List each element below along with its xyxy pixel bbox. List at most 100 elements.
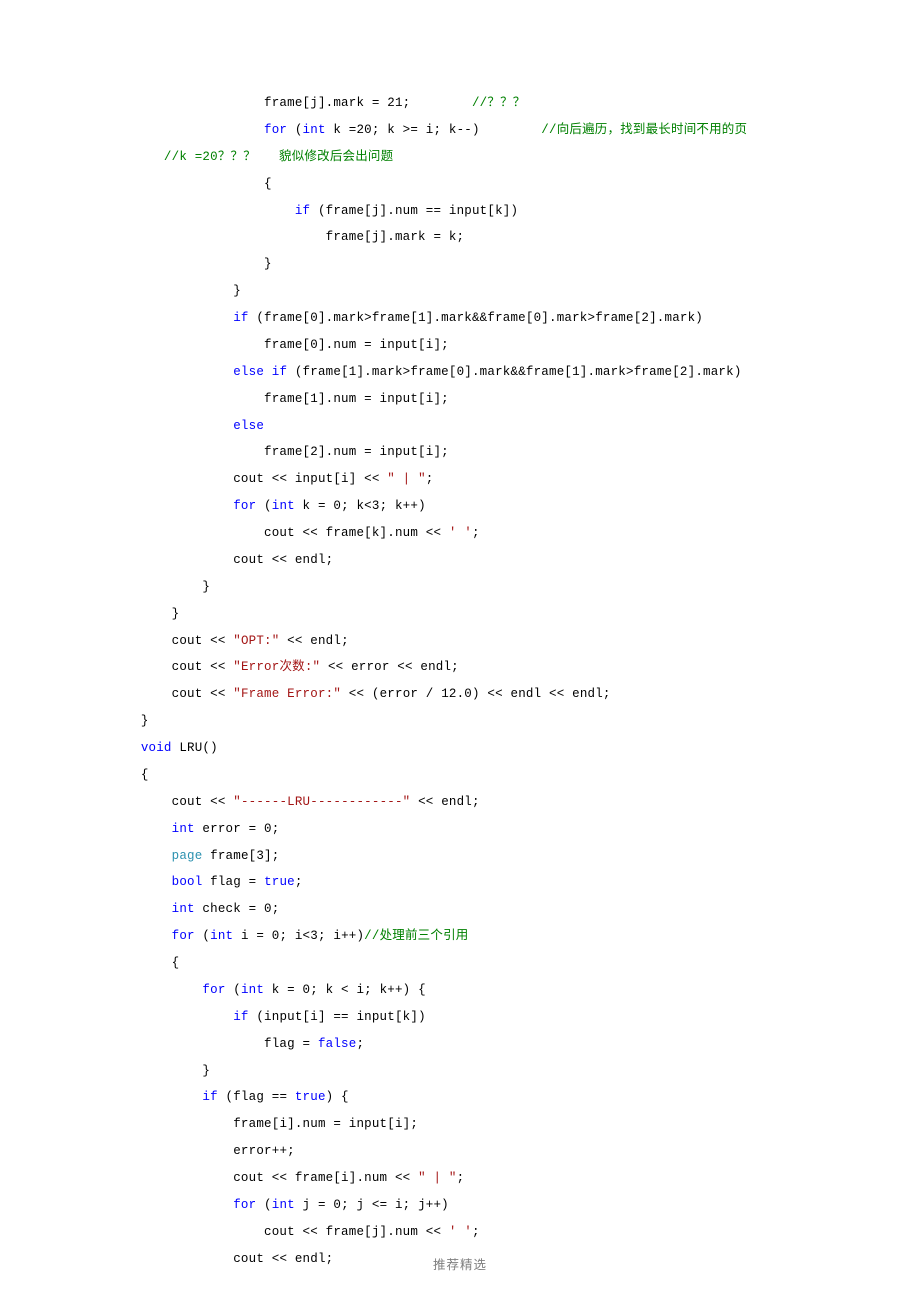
code-token: if [233,311,248,325]
code-line: for (int j = 0; j <= i; j++) [110,1192,810,1219]
code-token: check = 0; [195,902,280,916]
code-token: //向后遍历，找到最长时间不用的页 [541,123,747,137]
code-token: (frame[1].mark>frame[0].mark&&frame[1].m… [287,365,741,379]
code-line: error++; [110,1138,810,1165]
code-line: int check = 0; [110,896,810,923]
code-token: k =20; k >= i; k--) [326,123,542,137]
code-token: if [272,365,287,379]
code-token: ( [256,499,271,513]
code-token: cout << [172,687,234,701]
code-token: { [141,768,149,782]
code-token: int [210,929,233,943]
code-line: } [110,574,810,601]
code-line: frame[1].num = input[i]; [110,386,810,413]
code-token: (input[i] == input[k]) [249,1010,426,1024]
code-line: else if (frame[1].mark>frame[0].mark&&fr… [110,359,810,386]
code-token: ( [226,983,241,997]
code-token: void [141,741,172,755]
code-line: for (int k =20; k >= i; k--) //向后遍历，找到最长… [110,117,810,144]
code-line: if (frame[j].num == input[k]) [110,198,810,225]
code-token: else [233,365,264,379]
code-token: frame[0].num = input[i]; [264,338,449,352]
code-token: int [172,902,195,916]
code-line: cout << frame[j].num << ' '; [110,1219,810,1246]
code-line: for (int i = 0; i<3; i++)//处理前三个引用 [110,923,810,950]
code-token: int [272,1198,295,1212]
code-token: << error << endl; [320,660,459,674]
code-token: frame[1].num = input[i]; [264,392,449,406]
code-token: true [264,875,295,889]
code-token: int [303,123,326,137]
code-token: cout << input[i] << [233,472,387,486]
code-line: bool flag = true; [110,869,810,896]
document-page: frame[j].mark = 21; //？？？ for (int k =20… [0,0,920,1313]
code-token [110,150,164,164]
code-token: cout << endl; [233,553,333,567]
code-token: true [295,1090,326,1104]
code-token: "Frame Error:" [233,687,341,701]
code-token: ; [356,1037,364,1051]
code-token: bool [172,875,203,889]
code-token: for [202,983,225,997]
code-line: page frame[3]; [110,843,810,870]
code-token: if [295,204,310,218]
code-line: for (int k = 0; k<3; k++) [110,493,810,520]
code-line: cout << "OPT:" << endl; [110,628,810,655]
code-line: for (int k = 0; k < i; k++) { [110,977,810,1004]
code-token: if [202,1090,217,1104]
code-token: frame[3]; [202,849,279,863]
code-token: frame[j].mark = 21; [264,96,472,110]
code-line: { [110,762,810,789]
code-token: (frame[0].mark>frame[1].mark&&frame[0].m… [249,311,703,325]
code-line: frame[j].mark = k; [110,224,810,251]
code-token: "------LRU------------" [233,795,410,809]
code-line: frame[i].num = input[i]; [110,1111,810,1138]
code-line: cout << "Error次数:" << error << endl; [110,654,810,681]
code-line: } [110,601,810,628]
code-line: cout << frame[k].num << ' '; [110,520,810,547]
code-token: ( [195,929,210,943]
code-token: } [264,257,272,271]
code-line: else [110,413,810,440]
code-line: } [110,708,810,735]
code-token: k = 0; k<3; k++) [295,499,426,513]
code-token: ; [426,472,434,486]
code-token: for [264,123,287,137]
code-token: cout << [172,660,234,674]
code-line: if (frame[0].mark>frame[1].mark&&frame[0… [110,305,810,332]
code-token: ' ' [449,1225,472,1239]
code-token: false [318,1037,357,1051]
code-token: ' ' [449,526,472,540]
code-token: ) { [326,1090,349,1104]
code-line: { [110,950,810,977]
code-token: } [141,714,149,728]
code-line: if (input[i] == input[k]) [110,1004,810,1031]
code-token: page [172,849,203,863]
code-line: frame[0].num = input[i]; [110,332,810,359]
code-token: } [202,1064,210,1078]
footer-text: 推荐精选 [0,1252,920,1279]
code-line: if (flag == true) { [110,1084,810,1111]
code-token: ; [472,526,480,540]
code-token: else [233,419,264,433]
code-line: cout << input[i] << " | "; [110,466,810,493]
code-token: frame[i].num = input[i]; [233,1117,418,1131]
code-token: int [272,499,295,513]
code-token: error++; [233,1144,295,1158]
code-line: { [110,171,810,198]
code-line: } [110,1058,810,1085]
code-token: for [233,1198,256,1212]
code-token: //k =20？？？ 貌似修改后会出问题 [164,150,393,164]
code-token: int [172,822,195,836]
code-token: ( [256,1198,271,1212]
code-token: << (error / 12.0) << endl << endl; [341,687,611,701]
code-token: cout << frame[k].num << [264,526,449,540]
code-line: flag = false; [110,1031,810,1058]
code-token: { [264,177,272,191]
code-line: //k =20？？？ 貌似修改后会出问题 [110,144,810,171]
code-token: LRU() [172,741,218,755]
code-token: frame[j].mark = k; [326,230,465,244]
code-line: int error = 0; [110,816,810,843]
code-token: k = 0; k < i; k++) { [264,983,426,997]
code-token: int [241,983,264,997]
